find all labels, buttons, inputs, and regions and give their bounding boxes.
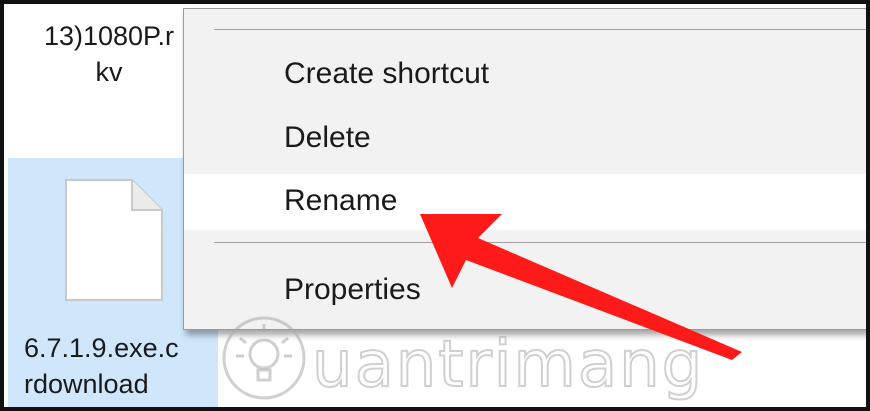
menu-separator	[214, 29, 870, 30]
menu-item-create-shortcut[interactable]: Create shortcut	[184, 47, 870, 103]
menu-item-label: Delete	[284, 121, 371, 154]
menu-item-rename[interactable]: Rename	[184, 174, 870, 230]
file-name: 13)1080P.r kv	[43, 21, 175, 87]
blank-file-icon	[65, 179, 163, 301]
menu-item-label: Properties	[284, 273, 421, 306]
file-name: 6.7.1.9.exe.c rdownload	[24, 333, 179, 399]
screenshot-stage: 13)1080P.r kv 6.7.1.9.exe.c rdownload Cr…	[0, 0, 870, 411]
menu-separator	[214, 242, 870, 243]
menu-item-delete[interactable]: Delete	[184, 111, 870, 167]
watermark-text: uantrimang	[311, 327, 705, 403]
menu-item-properties[interactable]: Properties	[184, 263, 870, 319]
context-menu: Create shortcut Delete Rename Properties	[183, 8, 870, 330]
menu-item-label: Rename	[284, 184, 398, 217]
menu-item-label: Create shortcut	[284, 57, 490, 90]
